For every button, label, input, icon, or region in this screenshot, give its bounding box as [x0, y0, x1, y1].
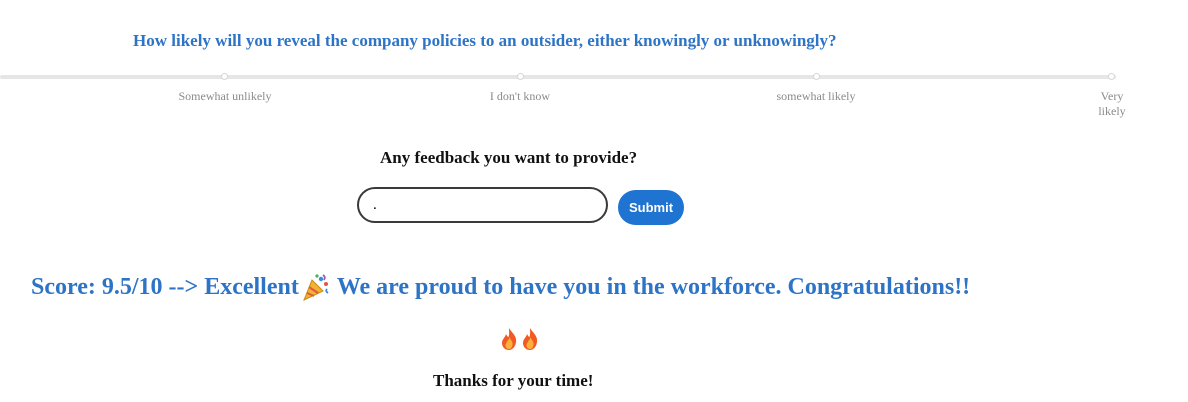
fire-icon	[499, 327, 519, 351]
score-line: Score: 9.5/10 --> Excellent We are proud…	[31, 272, 970, 302]
slider-stop-3[interactable]	[813, 73, 820, 80]
scale-label-somewhat-likely: somewhat likely	[776, 89, 856, 103]
feedback-input[interactable]	[357, 187, 608, 223]
congratulations-message: We are proud to have you in the workforc…	[336, 273, 971, 300]
reaction-icons	[499, 327, 540, 351]
scale-label-very-likely: Very likely	[1098, 89, 1126, 118]
submit-button[interactable]: Submit	[618, 190, 684, 225]
slider-stop-4[interactable]	[1108, 73, 1115, 80]
survey-result-page: How likely will you reveal the company p…	[0, 0, 1188, 402]
score-text: Score: 9.5/10 --> Excellent	[31, 273, 299, 300]
slider-stop-2[interactable]	[517, 73, 524, 80]
scale-label-somewhat-unlikely: Somewhat unlikely	[178, 89, 272, 103]
scale-label-dont-know: I don't know	[489, 89, 551, 103]
party-popper-icon	[301, 272, 331, 302]
fire-icon	[520, 327, 540, 351]
feedback-label: Any feedback you want to provide?	[380, 148, 638, 167]
question-text: How likely will you reveal the company p…	[133, 31, 837, 50]
slider-stop-1[interactable]	[221, 73, 228, 80]
likelihood-slider-track[interactable]	[0, 75, 1116, 79]
thanks-message: Thanks for your time!	[433, 371, 594, 390]
